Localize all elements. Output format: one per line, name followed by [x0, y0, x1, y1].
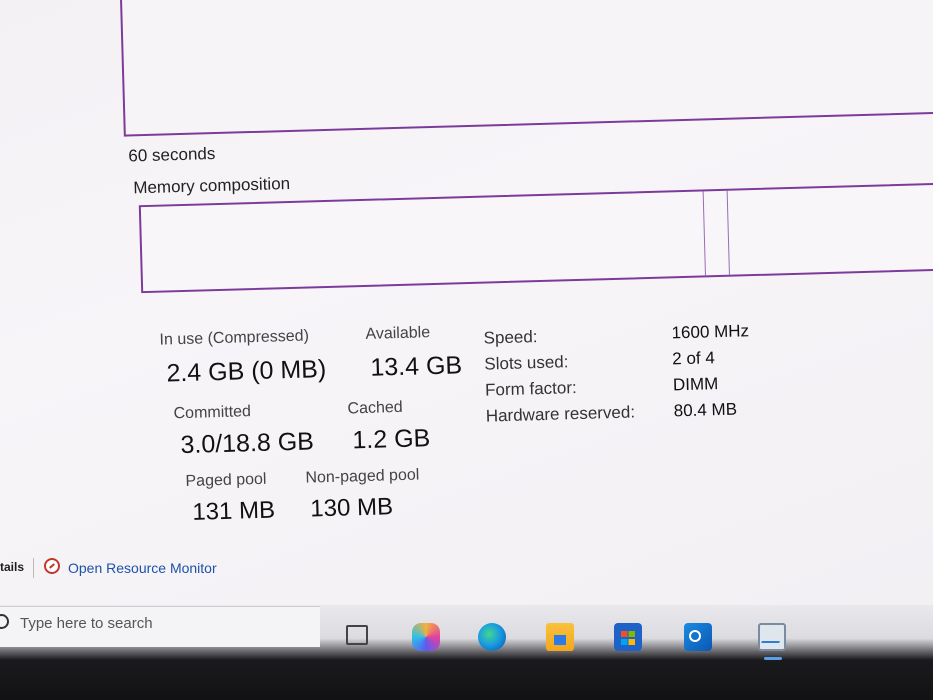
composition-divider-modified [726, 190, 730, 275]
speed-value: 1600 MHz [671, 321, 750, 343]
graph-time-label: 60 seconds [128, 144, 216, 166]
memory-composition-title: Memory composition [133, 173, 291, 198]
fewer-details-link[interactable]: tails [0, 560, 24, 574]
form-factor-value: DIMM [672, 374, 719, 395]
available-value: 13.4 GB [370, 351, 463, 382]
form-factor-label: Form factor: [484, 378, 577, 400]
paged-pool-value: 131 MB [192, 496, 276, 526]
in-use-label: In use (Compressed) [159, 327, 310, 349]
footer-separator [33, 558, 34, 578]
memory-usage-graph [118, 0, 933, 137]
store-icon[interactable] [614, 623, 642, 651]
active-app-indicator [764, 657, 782, 660]
cached-label: Cached [347, 398, 403, 418]
task-manager-icon[interactable] [758, 623, 786, 651]
slots-used-value: 2 of 4 [672, 348, 716, 369]
memory-composition-bar[interactable] [138, 182, 933, 294]
open-resource-monitor-link[interactable]: Open Resource Monitor [68, 560, 217, 576]
file-explorer-icon[interactable] [546, 623, 574, 651]
hardware-reserved-label: Hardware reserved: [485, 402, 636, 426]
paged-pool-label: Paged pool [185, 470, 267, 491]
search-placeholder: Type here to search [20, 615, 153, 632]
copilot-icon[interactable] [412, 623, 440, 651]
resource-monitor-icon[interactable] [44, 558, 60, 574]
committed-label: Committed [173, 403, 252, 423]
non-paged-pool-value: 130 MB [309, 493, 394, 523]
screen: 60 seconds Memory composition In use (Co… [0, 0, 933, 700]
task-manager-window: 60 seconds Memory composition In use (Co… [0, 0, 933, 605]
available-label: Available [365, 324, 431, 343]
non-paged-pool-label: Non-paged pool [305, 466, 420, 487]
speed-label: Speed: [483, 327, 538, 348]
in-use-value: 2.4 GB (0 MB) [166, 355, 327, 388]
edge-icon[interactable] [478, 623, 506, 651]
task-view-icon[interactable] [346, 625, 368, 645]
outlook-icon[interactable] [684, 623, 712, 651]
taskbar-search-box[interactable]: Type here to search [0, 606, 320, 647]
slots-used-label: Slots used: [484, 352, 569, 374]
memory-panel: 60 seconds Memory composition In use (Co… [0, 0, 933, 605]
search-icon [0, 614, 9, 629]
committed-value: 3.0/18.8 GB [180, 427, 315, 460]
taskbar: Type here to search [0, 605, 933, 700]
composition-divider-in-use [702, 191, 706, 276]
cached-value: 1.2 GB [352, 424, 431, 455]
hardware-reserved-value: 80.4 MB [673, 399, 738, 421]
